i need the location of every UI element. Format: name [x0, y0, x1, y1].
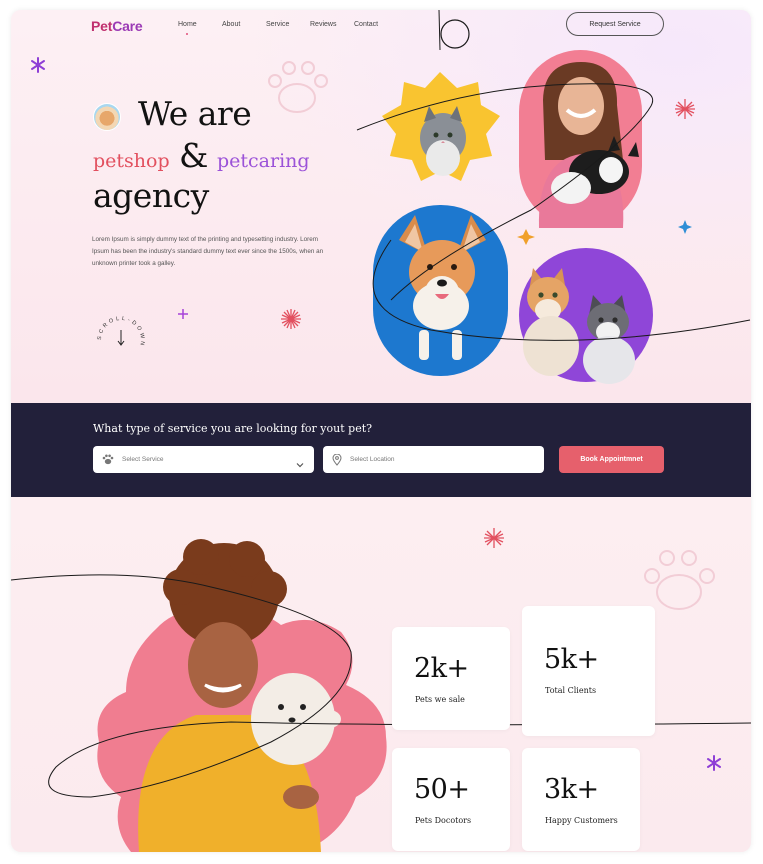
hero-description: Lorem Ipsum is simply dummy text of the … [92, 236, 324, 267]
stat-value: 50+ [414, 774, 470, 805]
stat-card-pets-sale: 2k+ Pets we sale [392, 627, 510, 730]
search-question: What type of service you are looking for… [93, 422, 373, 435]
stat-card-total-clients: 5k+ Total Clients [522, 606, 655, 736]
stat-label: Total Clients [545, 686, 597, 695]
stat-value: 3k+ [544, 774, 599, 805]
headline-word-petshop: petshop [93, 150, 170, 172]
paw-icon [102, 454, 114, 465]
service-select-placeholder: Select Service [122, 456, 164, 463]
headline-word-petcaring: petcaring [217, 150, 310, 172]
sparkle-icon [31, 57, 45, 73]
service-search-band: What type of service you are looking for… [11, 403, 751, 497]
burst-icon [281, 309, 301, 329]
hanging-ring [440, 19, 470, 49]
sparkle-icon [707, 755, 721, 771]
stat-card-happy-customers: 3k+ Happy Customers [522, 748, 640, 851]
stat-label: Pets Docotors [415, 816, 472, 825]
sparkle-icon [178, 309, 188, 319]
location-input[interactable]: Select Location [323, 446, 544, 473]
stat-card-pets-doctors: 50+ Pets Docotors [392, 748, 510, 851]
book-appointment-button[interactable]: Book Appointmnet [559, 446, 664, 473]
page-frame: PetCare Home About Service Reviews Conta… [11, 10, 751, 852]
chevron-down-icon [296, 455, 304, 473]
paw-outline-icon [268, 61, 328, 113]
star-icon [678, 220, 692, 234]
headline-line-3: agency [93, 176, 209, 215]
star-icon [517, 229, 535, 245]
stat-label: Pets we sale [415, 695, 465, 704]
arrow-down-icon [117, 330, 125, 349]
stats-section: 2k+ Pets we sale 5k+ Total Clients 50+ P… [11, 497, 751, 852]
location-input-placeholder: Select Location [350, 456, 395, 463]
stat-value: 5k+ [544, 644, 599, 675]
location-pin-icon [332, 453, 342, 466]
stat-label: Happy Customers [545, 816, 618, 825]
burst-icon [484, 528, 504, 548]
avatar [93, 103, 121, 131]
paw-outline-icon [644, 550, 715, 610]
orbit-line [438, 10, 441, 51]
burst-icon [675, 99, 695, 119]
headline-line-1: We are [138, 94, 252, 133]
service-select[interactable]: Select Service [93, 446, 314, 473]
stat-value: 2k+ [414, 653, 469, 684]
headline-ampersand: & [179, 136, 209, 175]
hero-section: PetCare Home About Service Reviews Conta… [11, 10, 751, 403]
